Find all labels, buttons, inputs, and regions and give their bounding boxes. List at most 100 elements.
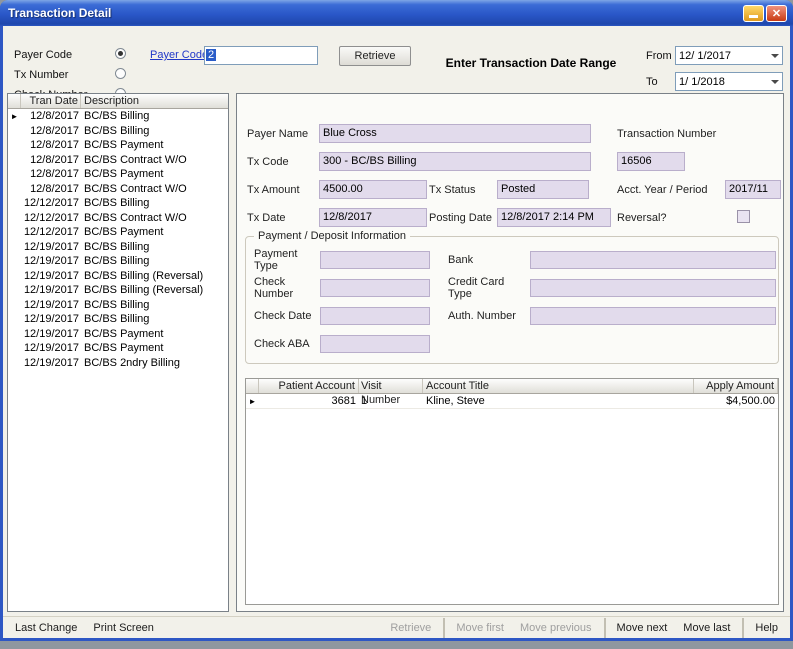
acct-year-period-label: Acct. Year / Period <box>617 184 708 196</box>
payment-field-row: Payment Type <box>254 251 430 269</box>
from-date-combo[interactable]: 12/ 1/2017 <box>675 46 783 65</box>
radio-option[interactable]: Tx Number <box>14 65 144 85</box>
tran-date-cell: 12/19/2017 <box>21 327 81 342</box>
radio-button-icon[interactable] <box>115 68 126 79</box>
statusbar-button[interactable]: Move previous <box>512 618 606 638</box>
transaction-row[interactable]: 12/19/2017 BC/BS Billing (Reversal) <box>8 269 228 284</box>
tran-date-column-header[interactable]: Tran Date <box>21 94 81 108</box>
description-cell: BC/BS Payment <box>81 327 228 342</box>
tx-status-field[interactable]: Posted <box>497 180 589 199</box>
transaction-row[interactable]: 12/19/2017 BC/BS Billing <box>8 240 228 255</box>
statusbar-button[interactable]: Last Change <box>7 618 85 638</box>
transaction-number-field[interactable]: 16506 <box>617 152 685 171</box>
window-body: Payer Code Tx Number Check Number Payer … <box>3 26 790 638</box>
tran-date-cell: 12/8/2017 <box>21 167 81 182</box>
payment-field-row: Credit Card Type <box>448 279 776 297</box>
posting-date-label: Posting Date <box>429 212 492 224</box>
payment-field-input[interactable] <box>320 335 430 353</box>
from-date-value: 12/ 1/2017 <box>676 50 767 62</box>
transaction-row[interactable]: 12/19/2017 BC/BS Billing <box>8 312 228 327</box>
transaction-row[interactable]: 12/8/2017 BC/BS Payment <box>8 167 228 182</box>
tx-date-field[interactable]: 12/8/2017 <box>319 208 427 227</box>
apply-amount-column-header[interactable]: Apply Amount <box>694 379 778 393</box>
transaction-row[interactable]: 12/8/2017 BC/BS Billing <box>8 109 228 124</box>
apply-row[interactable]: 3681 1 Kline, Steve $4,500.00 <box>246 394 778 409</box>
radio-label: Tx Number <box>14 69 68 81</box>
payment-field-row: Check Date <box>254 307 430 325</box>
row-selector-cell <box>8 312 21 327</box>
visit-number-column-header[interactable]: Visit Number <box>359 379 423 393</box>
transaction-row[interactable]: 12/19/2017 BC/BS Billing <box>8 254 228 269</box>
radio-button-icon[interactable] <box>115 48 126 59</box>
row-selector-cell <box>8 211 21 226</box>
transaction-row[interactable]: 12/8/2017 BC/BS Contract W/O <box>8 182 228 197</box>
reversal-checkbox[interactable] <box>737 210 750 223</box>
payment-field-row: Check ABA <box>254 335 430 353</box>
statusbar-button[interactable]: Move next <box>609 618 676 638</box>
payment-left-column: Payment Type Check Number Check Date <box>254 251 430 363</box>
tx-amount-field[interactable]: 4500.00 <box>319 180 427 199</box>
chevron-down-icon[interactable] <box>767 73 782 90</box>
chevron-down-icon[interactable] <box>767 47 782 64</box>
tx-code-field[interactable]: 300 - BC/BS Billing <box>319 152 591 171</box>
payment-field-input[interactable] <box>530 279 776 297</box>
transaction-row[interactable]: 12/19/2017 BC/BS Payment <box>8 341 228 356</box>
statusbar-button[interactable]: Move last <box>675 618 744 638</box>
transaction-row[interactable]: 12/12/2017 BC/BS Billing <box>8 196 228 211</box>
row-selector-cell <box>8 240 21 255</box>
statusbar-button[interactable]: Help <box>747 618 786 638</box>
row-selector-cell <box>8 196 21 211</box>
tran-date-cell: 12/8/2017 <box>21 109 81 124</box>
titlebar[interactable]: Transaction Detail <box>0 0 793 26</box>
transaction-row[interactable]: 12/8/2017 BC/BS Payment <box>8 138 228 153</box>
payer-code-input[interactable]: 2 <box>204 46 318 65</box>
row-selector-cell <box>8 254 21 269</box>
description-cell: BC/BS 2ndry Billing <box>81 356 228 371</box>
transaction-list-body: 12/8/2017 BC/BS Billing 12/8/2017 BC/BS … <box>8 109 228 370</box>
payment-field-input[interactable] <box>320 279 430 297</box>
description-cell: BC/BS Billing <box>81 109 228 124</box>
patient-account-column-header[interactable]: Patient Account <box>259 379 359 393</box>
transaction-row[interactable]: 12/19/2017 BC/BS Billing (Reversal) <box>8 283 228 298</box>
account-title-column-header[interactable]: Account Title <box>423 379 694 393</box>
statusbar-button[interactable]: Move first <box>448 618 512 638</box>
transaction-row[interactable]: 12/19/2017 BC/BS Billing <box>8 298 228 313</box>
transaction-row[interactable]: 12/19/2017 BC/BS 2ndry Billing <box>8 356 228 371</box>
apply-amount-cell: $4,500.00 <box>694 394 778 408</box>
transaction-row[interactable]: 12/19/2017 BC/BS Payment <box>8 327 228 342</box>
payment-field-input[interactable] <box>320 251 430 269</box>
description-cell: BC/BS Payment <box>81 225 228 240</box>
payer-name-field[interactable]: Blue Cross <box>319 124 591 143</box>
posting-date-field[interactable]: 12/8/2017 2:14 PM <box>497 208 611 227</box>
description-cell: BC/BS Billing (Reversal) <box>81 283 228 298</box>
payment-deposit-groupbox: Payment / Deposit Information Payment Ty… <box>245 236 779 364</box>
description-column-header[interactable]: Description <box>81 94 228 108</box>
date-range-heading: Enter Transaction Date Range <box>415 56 647 70</box>
tran-date-cell: 12/19/2017 <box>21 312 81 327</box>
payment-field-input[interactable] <box>320 307 430 325</box>
payment-deposit-title: Payment / Deposit Information <box>254 230 410 242</box>
payer-code-link[interactable]: Payer Code <box>150 49 208 61</box>
statusbar-button[interactable]: Retrieve <box>382 618 445 638</box>
statusbar-button[interactable]: Print Screen <box>85 618 162 638</box>
visit-number-cell: 1 <box>359 394 423 408</box>
acct-year-period-field[interactable]: 2017/11 <box>725 180 781 199</box>
transaction-row[interactable]: 12/8/2017 BC/BS Billing <box>8 124 228 139</box>
minimize-icon <box>749 15 758 18</box>
to-label: To <box>646 76 658 88</box>
description-cell: BC/BS Payment <box>81 138 228 153</box>
transaction-row[interactable]: 12/12/2017 BC/BS Payment <box>8 225 228 240</box>
transaction-row[interactable]: 12/12/2017 BC/BS Contract W/O <box>8 211 228 226</box>
payment-field-input[interactable] <box>530 307 776 325</box>
radio-option[interactable]: Payer Code <box>14 45 144 65</box>
retrieve-button[interactable]: Retrieve <box>339 46 411 66</box>
to-date-combo[interactable]: 1/ 1/2018 <box>675 72 783 91</box>
tran-date-cell: 12/19/2017 <box>21 298 81 313</box>
description-cell: BC/BS Billing <box>81 312 228 327</box>
transaction-row[interactable]: 12/8/2017 BC/BS Contract W/O <box>8 153 228 168</box>
apply-grid-header: Patient Account Visit Number Account Tit… <box>246 379 778 394</box>
payment-field-input[interactable] <box>530 251 776 269</box>
statusbar-right-buttons: Retrieve Move first Move previous Move n… <box>382 618 790 638</box>
minimize-button[interactable] <box>743 5 764 22</box>
close-button[interactable] <box>766 5 787 22</box>
